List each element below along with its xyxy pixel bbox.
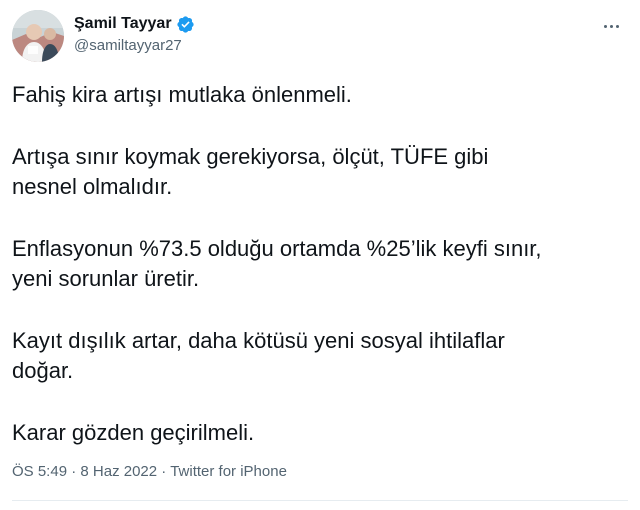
tweet-text: Fahiş kira artışı mutlaka önlenmeli. Art… [12,80,600,448]
meta-separator: · [157,463,171,480]
tweet-paragraph: Artışa sınır koymak gerekiyorsa, ölçüt, … [12,144,489,199]
dot [603,24,607,28]
name-row: Şamil Tayyar [74,14,195,34]
handle[interactable]: @samiltayyar27 [74,36,195,56]
meta-separator: · [67,463,81,480]
tweet-source[interactable]: Twitter for iPhone [170,463,287,480]
dot [615,24,619,28]
divider [12,500,628,501]
tweet-paragraph: Karar gözden geçirilmeli. [12,420,255,445]
tweet-metadata: ÖS 5:49 · 8 Haz 2022 · Twitter for iPhon… [12,462,287,482]
tweet-time[interactable]: ÖS 5:49 [12,463,67,480]
more-options-icon[interactable] [596,16,626,36]
display-name[interactable]: Şamil Tayyar [74,14,172,34]
tweet-paragraph: Kayıt dışılık artar, daha kötüsü yeni so… [12,328,505,383]
author-info: Şamil Tayyar @samiltayyar27 [74,10,195,56]
verified-badge-icon [176,15,195,34]
tweet-paragraph: Enflasyonun %73.5 olduğu ortamda %25’lik… [12,236,542,291]
tweet: Şamil Tayyar @samiltayyar27 Fahiş kira a… [0,0,640,510]
tweet-date[interactable]: 8 Haz 2022 [80,463,157,480]
tweet-header: Şamil Tayyar @samiltayyar27 [12,10,628,66]
avatar[interactable] [12,10,64,62]
dot [609,24,613,28]
avatar-image [12,10,64,62]
tweet-paragraph: Fahiş kira artışı mutlaka önlenmeli. [12,82,352,107]
